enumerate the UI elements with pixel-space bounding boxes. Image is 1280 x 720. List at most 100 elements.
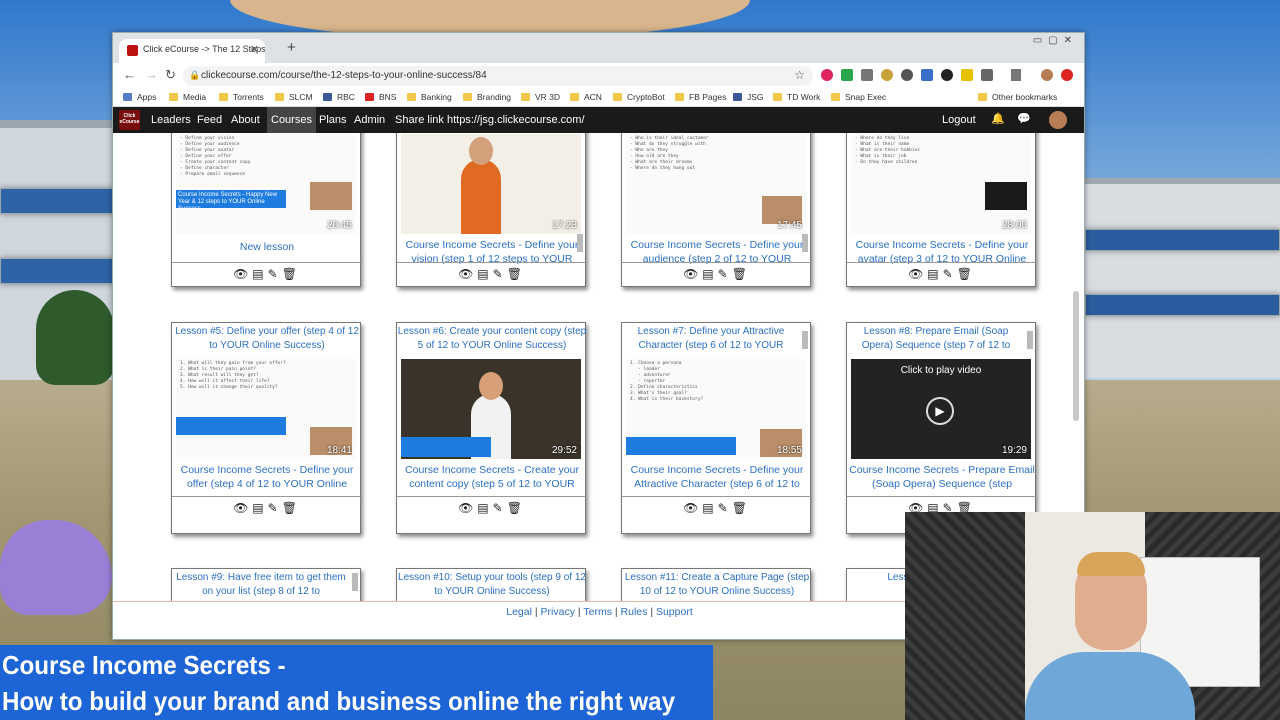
- notes-icon[interactable]: ▤: [702, 501, 717, 515]
- lesson-subtitle[interactable]: Course Income Secrets - Prepare Email (S…: [847, 463, 1037, 491]
- edit-icon[interactable]: ✎: [718, 267, 732, 281]
- extension-icon[interactable]: [961, 69, 973, 81]
- delete-icon[interactable]: 🗑: [282, 501, 301, 515]
- bookmark-vr3d[interactable]: VR 3D: [521, 92, 560, 102]
- lesson-thumbnail[interactable]: 1. Choose a persona - leader - adventure…: [626, 359, 806, 459]
- lesson-card[interactable]: 17:23 Course Income Secrets - Define you…: [396, 133, 587, 287]
- delete-icon[interactable]: 🗑: [732, 267, 751, 281]
- share-link[interactable]: Share link https://jsg.clickecourse.com/: [395, 114, 585, 126]
- delete-icon[interactable]: 🗑: [507, 501, 526, 515]
- nav-courses[interactable]: Courses: [267, 107, 316, 133]
- user-avatar[interactable]: [1049, 111, 1067, 129]
- bookmark-td-work[interactable]: TD Work: [773, 92, 820, 102]
- bookmark-fb-pages[interactable]: FB Pages: [675, 92, 726, 102]
- bookmark-bns[interactable]: BNS: [365, 92, 396, 102]
- edit-icon[interactable]: ✎: [943, 267, 957, 281]
- footer-legal[interactable]: Legal: [506, 606, 532, 618]
- close-tab-icon[interactable]: ✕: [250, 43, 259, 56]
- lesson-title[interactable]: Lesson #6: Create your content copy (ste…: [397, 325, 587, 355]
- lesson-card[interactable]: Lesson #11: Create a Capture Page (step …: [621, 568, 811, 601]
- lesson-subtitle[interactable]: New lesson: [172, 240, 362, 254]
- nav-leaders[interactable]: Leaders: [151, 114, 191, 126]
- download-icon[interactable]: [1011, 69, 1021, 81]
- delete-icon[interactable]: 🗑: [732, 501, 751, 515]
- back-icon[interactable]: ←: [123, 67, 136, 82]
- bookmark-media[interactable]: Media: [169, 92, 206, 102]
- footer-privacy[interactable]: Privacy: [541, 606, 575, 618]
- lesson-card[interactable]: - Who is their ideal customer - What do …: [621, 133, 812, 287]
- chat-icon[interactable]: 💬: [1017, 112, 1031, 125]
- play-icon[interactable]: ▶: [926, 397, 954, 425]
- lesson-thumbnail[interactable]: - Who is their ideal customer - What do …: [626, 134, 806, 234]
- view-icon[interactable]: 👁: [908, 267, 927, 281]
- pinterest-icon[interactable]: [821, 69, 833, 81]
- delete-icon[interactable]: 🗑: [957, 267, 976, 281]
- lesson-card[interactable]: Lesson #7: Define your Attractive Charac…: [621, 322, 812, 534]
- delete-icon[interactable]: 🗑: [282, 267, 301, 281]
- view-icon[interactable]: 👁: [458, 501, 477, 515]
- footer-rules[interactable]: Rules: [621, 606, 648, 618]
- notes-icon[interactable]: ▤: [477, 501, 492, 515]
- reload-icon[interactable]: ↻: [165, 67, 176, 83]
- lesson-thumbnail[interactable]: - Where do they live - What is their nam…: [851, 134, 1031, 234]
- extension-icon[interactable]: [921, 69, 933, 81]
- footer-terms[interactable]: Terms: [583, 606, 612, 618]
- nav-plans[interactable]: Plans: [319, 114, 347, 126]
- extension-icon[interactable]: [861, 69, 873, 81]
- lesson-card[interactable]: Lesson #6: Create your content copy (ste…: [396, 322, 587, 534]
- notes-icon[interactable]: ▤: [477, 267, 492, 281]
- logout-link[interactable]: Logout: [942, 114, 976, 126]
- lesson-card[interactable]: Lesson #5: Define your offer (step 4 of …: [171, 322, 362, 534]
- nav-admin[interactable]: Admin: [354, 114, 385, 126]
- bookmark-acn[interactable]: ACN: [570, 92, 602, 102]
- bookmark-cryptobot[interactable]: CryptoBot: [613, 92, 665, 102]
- bookmark-apps[interactable]: Apps: [123, 92, 156, 102]
- view-icon[interactable]: 👁: [683, 501, 702, 515]
- lesson-thumbnail[interactable]: 29:52: [401, 359, 581, 459]
- edit-icon[interactable]: ✎: [718, 501, 732, 515]
- lesson-title[interactable]: Lesson #10: Setup your tools (step 9 of …: [397, 571, 587, 601]
- bookmark-other[interactable]: Other bookmarks: [978, 92, 1057, 102]
- window-controls[interactable]: ▭▢✕: [1033, 35, 1078, 46]
- edit-icon[interactable]: ✎: [493, 501, 507, 515]
- view-icon[interactable]: 👁: [458, 267, 477, 281]
- edit-icon[interactable]: ✎: [268, 501, 282, 515]
- nav-feed[interactable]: Feed: [197, 114, 222, 126]
- view-icon[interactable]: 👁: [233, 501, 252, 515]
- scrollbar[interactable]: [802, 331, 808, 349]
- notes-icon[interactable]: ▤: [252, 501, 267, 515]
- lesson-card[interactable]: - Where do they live - What is their nam…: [846, 133, 1037, 287]
- lesson-thumbnail[interactable]: 1. What will they gain from your offer? …: [176, 359, 356, 459]
- nav-about[interactable]: About: [231, 114, 260, 126]
- edit-icon[interactable]: ✎: [268, 267, 282, 281]
- lesson-thumbnail[interactable]: 17:23: [401, 134, 581, 234]
- bookmark-banking[interactable]: Banking: [407, 92, 452, 102]
- lesson-title[interactable]: Lesson #9: Have free item to get them on…: [172, 571, 350, 601]
- footer-support[interactable]: Support: [656, 606, 693, 618]
- bookmark-snap-exec[interactable]: Snap Exec: [831, 92, 886, 102]
- notes-icon[interactable]: ▤: [702, 267, 717, 281]
- tab-active[interactable]: Click eCourse -> The 12 Steps to ✕: [119, 39, 265, 63]
- notes-icon[interactable]: ▤: [252, 267, 267, 281]
- lesson-title[interactable]: Lesson #8: Prepare Email (Soap Opera) Se…: [847, 325, 1025, 355]
- lesson-subtitle[interactable]: Course Income Secrets - Define your offe…: [172, 463, 362, 491]
- notes-icon[interactable]: ▤: [927, 267, 942, 281]
- new-tab-icon[interactable]: +: [287, 39, 296, 56]
- url-field[interactable]: 🔒 clickecourse.com/course/the-12-steps-t…: [183, 66, 813, 86]
- view-icon[interactable]: 👁: [233, 267, 252, 281]
- scrollbar[interactable]: [577, 234, 583, 252]
- update-icon[interactable]: [1061, 69, 1073, 81]
- extension-icon[interactable]: [881, 69, 893, 81]
- lesson-card[interactable]: Lesson #8: Prepare Email (Soap Opera) Se…: [846, 322, 1037, 534]
- bookmark-torrents[interactable]: Torrents: [219, 92, 264, 102]
- lesson-card[interactable]: Lesson #9: Have free item to get them on…: [171, 568, 361, 601]
- lesson-card[interactable]: - Define your vision - Define your audie…: [171, 133, 362, 287]
- extension-icon[interactable]: [941, 69, 953, 81]
- bookmark-star-icon[interactable]: ☆: [794, 68, 805, 82]
- lesson-title[interactable]: Lesson #7: Define your Attractive Charac…: [622, 325, 800, 355]
- site-logo[interactable]: Click eCourse: [119, 110, 140, 130]
- profile-avatar[interactable]: [1041, 69, 1053, 81]
- delete-icon[interactable]: 🗑: [507, 267, 526, 281]
- scrollbar[interactable]: [802, 234, 808, 252]
- lesson-thumbnail[interactable]: - Define your vision - Define your audie…: [176, 134, 356, 234]
